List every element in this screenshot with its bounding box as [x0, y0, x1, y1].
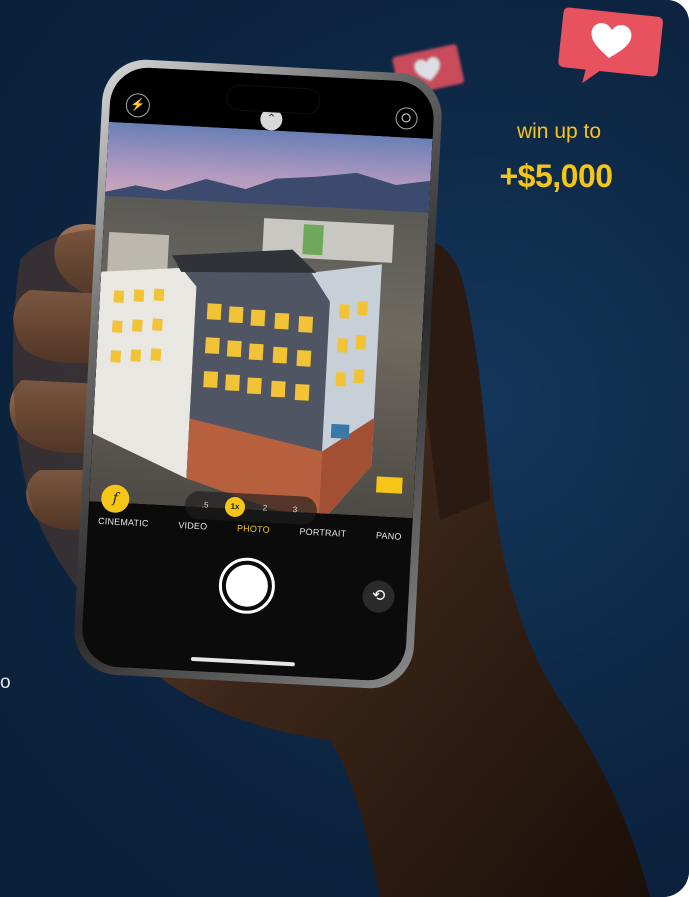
live-photo-icon[interactable] [395, 106, 419, 130]
home-indicator [190, 656, 295, 667]
phone-mockup: ⚡ ⌃ f .5 1x 2 3 CINEMATIC VIDEO PHOTO PO… [72, 57, 444, 691]
promo-amount: +$5,000 [499, 158, 613, 194]
zoom-option-3[interactable]: 3 [284, 500, 305, 521]
zoom-option-1x[interactable]: 1x [224, 496, 246, 518]
camera-screen: ⚡ ⌃ f .5 1x 2 3 CINEMATIC VIDEO PHOTO PO… [80, 65, 436, 683]
building-photo [92, 218, 403, 519]
promo-card: win up to +$5,000 o ⚡ ⌃ f .5 1x 2 3 CINE… [0, 0, 689, 897]
mode-cinematic[interactable]: CINEMATIC [98, 516, 149, 535]
mode-pano[interactable]: PANO [375, 530, 402, 547]
camera-flip-icon[interactable]: ⟲ [361, 579, 396, 614]
like-bubble-large [558, 7, 663, 84]
dynamic-island [225, 83, 322, 115]
mode-photo[interactable]: PHOTO [236, 523, 270, 541]
zoom-option-0.5[interactable]: .5 [195, 495, 216, 516]
shutter-button-inner [224, 563, 269, 608]
mode-portrait[interactable]: PORTRAIT [299, 526, 346, 544]
shutter-button[interactable] [217, 556, 277, 616]
camera-bottom-bar: CINEMATIC VIDEO PHOTO PORTRAIT PANO ⟲ [80, 501, 413, 683]
cropped-text-fragment: o [0, 672, 11, 693]
mode-video[interactable]: VIDEO [178, 520, 207, 537]
zoom-option-2[interactable]: 2 [254, 498, 275, 519]
promo-headline: win up to [516, 120, 602, 143]
flash-icon[interactable]: ⚡ [125, 92, 151, 118]
camera-viewfinder [89, 121, 433, 519]
